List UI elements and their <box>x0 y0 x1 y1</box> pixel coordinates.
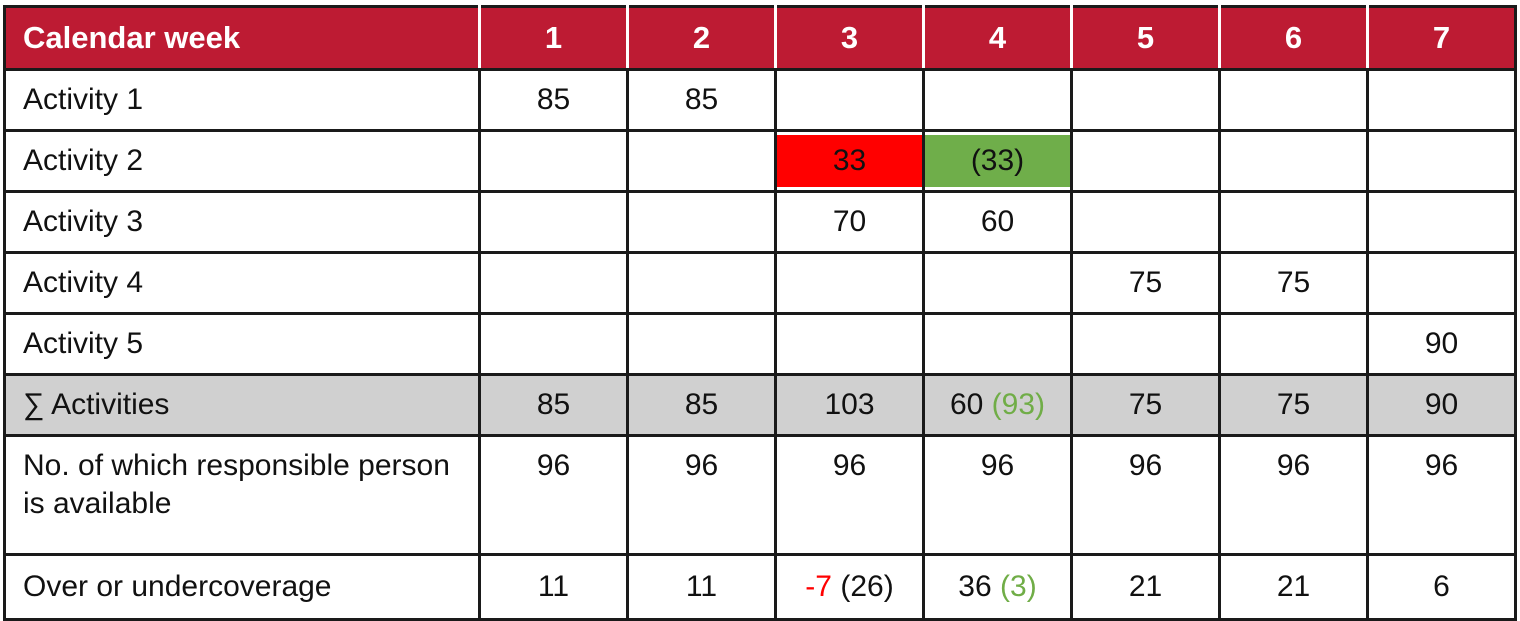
cell-week-6 <box>1218 190 1369 254</box>
cell-week-6: 96 <box>1218 434 1369 556</box>
cell-week-4: 60 <box>922 190 1073 254</box>
header-week-7: 7 <box>1366 5 1517 71</box>
cell-week-3: 103 <box>774 373 925 437</box>
cell-week-1: 85 <box>478 68 629 132</box>
cell-week-1: 96 <box>478 434 629 556</box>
cell-week-4 <box>922 251 1073 315</box>
cell-week-3: 96 <box>774 434 925 556</box>
table-row: Activity 1 85 85 <box>3 68 1517 132</box>
header-week-2: 2 <box>626 5 777 71</box>
cell-week-5 <box>1070 129 1221 193</box>
calendar-week-capacity-table: Calendar week 1 2 3 4 5 6 7 Activity 1 85… <box>3 5 1517 621</box>
cell-week-3: 33 <box>774 129 925 193</box>
overload-fill: 33 <box>777 135 922 187</box>
cell-week-7 <box>1366 190 1517 254</box>
cell-week-1 <box>478 190 629 254</box>
cell-week-7: 96 <box>1366 434 1517 556</box>
row-label: Activity 1 <box>3 68 481 132</box>
cell-week-3: 70 <box>774 190 925 254</box>
row-label: No. of which responsible person is avail… <box>3 434 481 556</box>
cell-week-4: 60 (93) <box>922 373 1073 437</box>
table-header: Calendar week 1 2 3 4 5 6 7 <box>3 5 1517 71</box>
cell-week-1 <box>478 129 629 193</box>
cell-week-4: 96 <box>922 434 1073 556</box>
cell-week-3 <box>774 312 925 376</box>
cell-week-2 <box>626 129 777 193</box>
cell-week-5: 75 <box>1070 251 1221 315</box>
cell-week-2 <box>626 190 777 254</box>
cell-week-6 <box>1218 312 1369 376</box>
cell-alt-value: (3) <box>1000 570 1037 603</box>
cell-main-value: 60 <box>949 388 984 421</box>
cell-week-5: 96 <box>1070 434 1221 556</box>
cell-week-4 <box>922 68 1073 132</box>
row-label: Activity 2 <box>3 129 481 193</box>
cell-week-7 <box>1366 129 1517 193</box>
cell-week-5: 75 <box>1070 373 1221 437</box>
row-label: Activity 3 <box>3 190 481 254</box>
header-week-5: 5 <box>1070 5 1221 71</box>
table-row: Activity 2 33 (33) <box>3 129 1517 193</box>
header-row: Calendar week 1 2 3 4 5 6 7 <box>3 5 1517 71</box>
cell-week-6 <box>1218 129 1369 193</box>
table-row: Activity 3 70 60 <box>3 190 1517 254</box>
table-row: ∑ Activities 85 85 103 60 (93) 75 75 90 <box>3 373 1517 437</box>
cell-week-2 <box>626 312 777 376</box>
cell-week-5 <box>1070 312 1221 376</box>
cell-week-7 <box>1366 251 1517 315</box>
cell-week-3 <box>774 68 925 132</box>
cell-week-7 <box>1366 68 1517 132</box>
header-week-1: 1 <box>478 5 629 71</box>
cell-week-4 <box>922 312 1073 376</box>
header-calendar-week: Calendar week <box>3 5 481 71</box>
cell-week-7: 90 <box>1366 312 1517 376</box>
cell-week-3 <box>774 251 925 315</box>
cell-week-6: 75 <box>1218 251 1369 315</box>
header-week-3: 3 <box>774 5 925 71</box>
cell-week-5 <box>1070 190 1221 254</box>
cell-main-value: -7 <box>805 570 832 603</box>
cell-alt-value: (93) <box>991 388 1046 421</box>
cell-week-6 <box>1218 68 1369 132</box>
cell-week-2: 96 <box>626 434 777 556</box>
table-row: Activity 4 75 75 <box>3 251 1517 315</box>
cell-week-1: 85 <box>478 373 629 437</box>
header-week-6: 6 <box>1218 5 1369 71</box>
row-label: Activity 4 <box>3 251 481 315</box>
cell-week-2: 85 <box>626 68 777 132</box>
cell-week-1 <box>478 312 629 376</box>
cell-week-7: 90 <box>1366 373 1517 437</box>
header-week-4: 4 <box>922 5 1073 71</box>
capacity-table-container: Calendar week 1 2 3 4 5 6 7 Activity 1 85… <box>0 0 1520 621</box>
cell-week-5 <box>1070 68 1221 132</box>
row-label: ∑ Activities <box>3 373 481 437</box>
cell-main-value: 36 <box>958 570 992 603</box>
cell-week-1 <box>478 251 629 315</box>
cell-alt-value: (26) <box>840 570 894 603</box>
table-body: Activity 1 85 85 Activity 2 33 (33) Activity 3… <box>3 68 1517 621</box>
cell-week-6: 75 <box>1218 373 1369 437</box>
table-row: No. of which responsible person is avail… <box>3 434 1517 556</box>
cell-week-2: 85 <box>626 373 777 437</box>
table-row: Activity 5 90 <box>3 312 1517 376</box>
shifted-fill: (33) <box>925 135 1070 187</box>
cell-week-4: (33) <box>922 129 1073 193</box>
row-label: Activity 5 <box>3 312 481 376</box>
cell-week-2 <box>626 251 777 315</box>
